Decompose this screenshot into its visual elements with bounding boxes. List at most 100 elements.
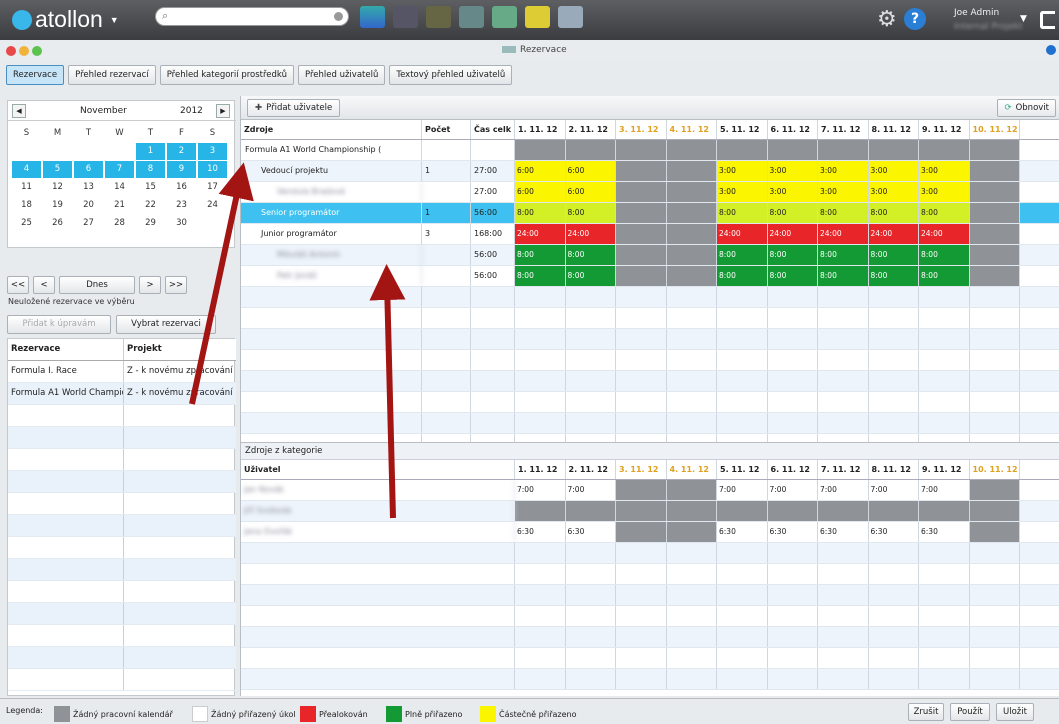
calendar-day[interactable]: 27 <box>73 215 104 232</box>
calendar-day[interactable]: 11 <box>11 179 42 196</box>
calendar-day[interactable]: 18 <box>11 197 42 214</box>
calendar-day[interactable]: 25 <box>11 215 42 232</box>
allocation-cell[interactable] <box>666 245 717 265</box>
allocation-cell[interactable] <box>818 392 869 412</box>
user-row[interactable]: Jana Dvořák 6:30 6:30 6:30 6:30 6:30 6:30 6:30 <box>241 522 1059 543</box>
allocation-cell[interactable] <box>869 329 919 349</box>
allocation-cell[interactable]: 3:00 <box>919 161 970 181</box>
allocation-cell[interactable] <box>717 140 768 160</box>
last-page-button[interactable]: >> <box>165 276 187 294</box>
allocation-cell[interactable] <box>566 413 616 433</box>
allocation-cell[interactable] <box>768 308 818 328</box>
select-reservation-button[interactable]: Vybrat rezervaci <box>116 315 216 334</box>
calendar-day[interactable]: 13 <box>73 179 104 196</box>
allocation-cell[interactable]: 24:00 <box>515 224 566 244</box>
first-page-button[interactable]: << <box>7 276 29 294</box>
save-button[interactable]: Uložit <box>996 703 1034 721</box>
calendar-day[interactable]: 6 <box>74 161 103 178</box>
calendar-day[interactable]: 22 <box>135 197 166 214</box>
allocation-cell[interactable] <box>869 371 919 391</box>
allocation-cell[interactable]: 6:00 <box>515 161 566 181</box>
allocation-cell[interactable]: 3:00 <box>868 182 919 202</box>
allocation-cell[interactable]: 8:00 <box>717 266 768 286</box>
allocation-cell[interactable] <box>869 392 919 412</box>
allocation-cell[interactable] <box>667 392 717 412</box>
allocation-cell[interactable] <box>919 287 970 307</box>
allocation-cell[interactable] <box>616 140 667 160</box>
user-row[interactable]: Jiří Svoboda <box>241 501 1059 522</box>
allocation-cell[interactable] <box>566 350 616 370</box>
allocation-cell[interactable] <box>515 413 566 433</box>
calendar-day[interactable]: 21 <box>104 197 135 214</box>
allocation-cell[interactable] <box>515 287 566 307</box>
calendar-day[interactable]: 17 <box>197 179 228 196</box>
calendar-day[interactable]: 12 <box>42 179 73 196</box>
allocation-cell[interactable] <box>717 287 768 307</box>
allocation-cell[interactable] <box>970 413 1020 433</box>
allocation-cell[interactable]: 8:00 <box>515 245 566 265</box>
allocation-cell[interactable]: 24:00 <box>818 224 869 244</box>
gear-icon[interactable]: ⚙ <box>877 7 897 32</box>
tab-prehled-rezervaci[interactable]: Přehled rezervací <box>68 65 156 85</box>
allocation-cell[interactable]: 3:00 <box>818 182 869 202</box>
maximize-window-button[interactable] <box>32 46 42 56</box>
allocation-cell[interactable] <box>969 203 1020 223</box>
allocation-cell[interactable] <box>818 287 869 307</box>
allocation-cell[interactable]: 24:00 <box>767 224 818 244</box>
allocation-cell[interactable] <box>969 224 1020 244</box>
tab-prehled-uzivatelu[interactable]: Přehled uživatelů <box>297 65 386 85</box>
apply-button[interactable]: Použít <box>950 703 990 721</box>
allocation-cell[interactable] <box>869 287 919 307</box>
next-page-button[interactable]: > <box>139 276 161 294</box>
allocation-cell[interactable] <box>818 308 869 328</box>
allocation-cell[interactable] <box>717 413 768 433</box>
allocation-cell[interactable] <box>667 287 717 307</box>
allocation-cell[interactable] <box>566 308 616 328</box>
logout-icon[interactable] <box>1040 11 1055 29</box>
calendar-day[interactable]: 15 <box>135 179 166 196</box>
user-row[interactable]: Jan Novák 7:00 7:00 7:00 7:00 7:00 7:00 7:00 <box>241 480 1059 501</box>
allocation-cell[interactable] <box>717 329 768 349</box>
crm-app-icon[interactable] <box>360 6 385 28</box>
tab-rezervace[interactable]: Rezervace <box>6 65 65 85</box>
documents-app-icon[interactable] <box>459 6 484 28</box>
allocation-cell[interactable]: 8:00 <box>868 245 919 265</box>
tasks-app-icon[interactable] <box>525 6 550 28</box>
allocation-cell[interactable] <box>970 329 1020 349</box>
allocation-cell[interactable] <box>970 392 1020 412</box>
allocation-cell[interactable] <box>717 392 768 412</box>
allocation-cell[interactable] <box>666 203 717 223</box>
allocation-cell[interactable]: 8:00 <box>919 266 970 286</box>
allocation-cell[interactable] <box>566 392 616 412</box>
allocation-cell[interactable] <box>768 329 818 349</box>
allocation-cell[interactable] <box>768 413 818 433</box>
allocation-cell[interactable] <box>919 413 970 433</box>
close-window-button[interactable] <box>6 46 16 56</box>
refresh-button[interactable]: ⟳ Obnovit <box>997 99 1056 117</box>
allocation-cell[interactable] <box>515 392 566 412</box>
resources-app-icon[interactable] <box>558 6 583 28</box>
resource-row[interactable]: Formula A1 World Championship ( <box>241 140 1059 161</box>
tab-textovy-prehled[interactable]: Textový přehled uživatelů <box>389 65 513 85</box>
allocation-cell[interactable] <box>566 371 616 391</box>
allocation-cell[interactable]: 8:00 <box>767 203 818 223</box>
allocation-cell[interactable]: 3:00 <box>717 182 768 202</box>
allocation-cell[interactable] <box>818 329 869 349</box>
cancel-button[interactable]: Zrušit <box>908 703 944 721</box>
allocation-cell[interactable]: 8:00 <box>717 245 768 265</box>
allocation-cell[interactable]: 8:00 <box>515 203 566 223</box>
allocation-cell[interactable] <box>616 224 667 244</box>
allocation-cell[interactable] <box>666 224 717 244</box>
allocation-cell[interactable]: 3:00 <box>818 161 869 181</box>
allocation-cell[interactable] <box>969 182 1020 202</box>
allocation-cell[interactable] <box>970 350 1020 370</box>
allocation-cell[interactable] <box>969 161 1020 181</box>
allocation-cell[interactable] <box>666 161 717 181</box>
allocation-cell[interactable]: 24:00 <box>565 224 616 244</box>
info-icon[interactable] <box>1046 45 1056 55</box>
allocation-cell[interactable] <box>616 308 667 328</box>
allocation-cell[interactable] <box>970 287 1020 307</box>
allocation-cell[interactable] <box>970 308 1020 328</box>
allocation-cell[interactable] <box>515 350 566 370</box>
calendar-day[interactable]: 14 <box>104 179 135 196</box>
